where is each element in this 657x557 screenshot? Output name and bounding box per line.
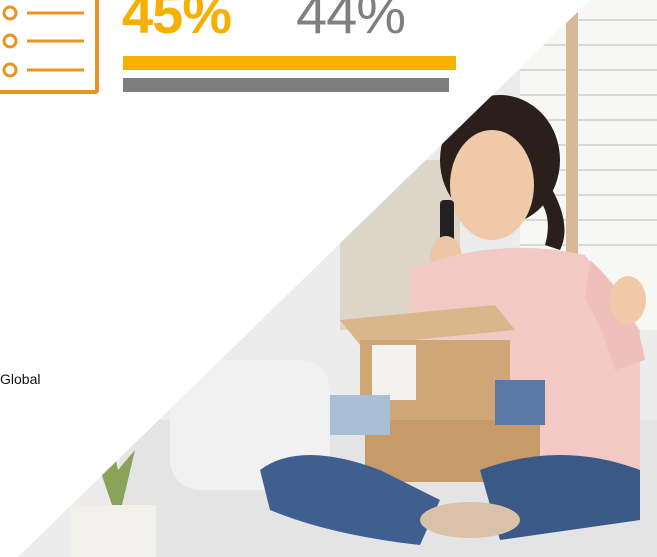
stat-primary-bar	[123, 56, 456, 70]
stat-secondary-value: 44%	[296, 0, 406, 45]
stat-secondary-bar-fill	[123, 78, 449, 92]
list-icon	[0, 0, 99, 94]
stat-primary-value: 45%	[122, 0, 232, 45]
stat-secondary-bar	[123, 78, 456, 92]
stat-primary-bar-fill	[123, 56, 456, 70]
region-label: Global	[0, 371, 41, 387]
